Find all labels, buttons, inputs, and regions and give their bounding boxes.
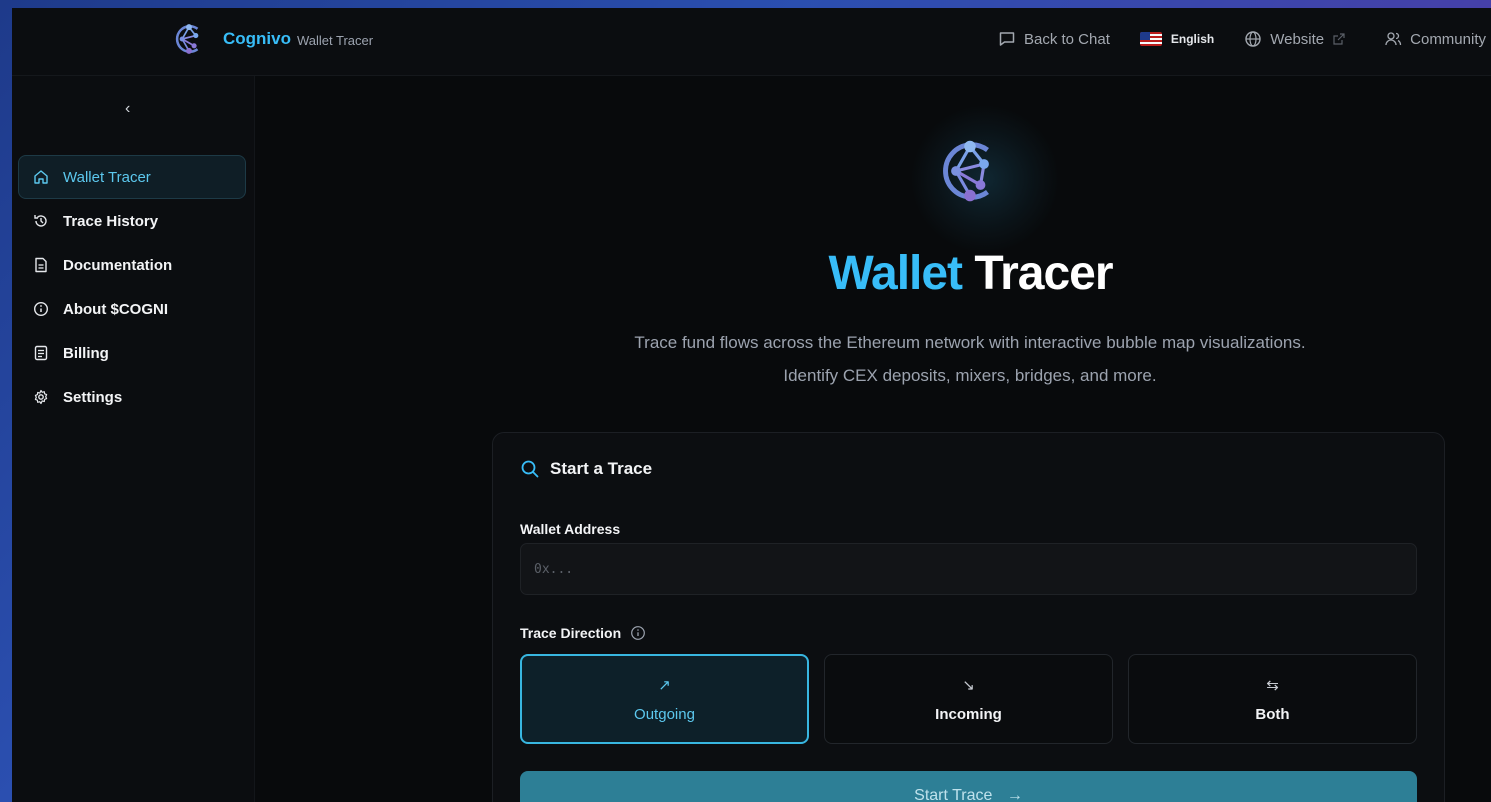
direction-option-label: Incoming <box>935 705 1002 723</box>
cognivo-logo-icon <box>175 24 199 54</box>
sidebar-item-settings[interactable]: Settings <box>18 375 246 419</box>
trace-form-card: Start a Trace Wallet Address Trace Direc… <box>492 432 1445 802</box>
direction-option-incoming[interactable]: ↘ Incoming <box>824 654 1113 744</box>
top-nav: Back to Chat English Website Community <box>968 30 1486 48</box>
arrow-down-right-icon: ↘ <box>962 676 975 694</box>
start-trace-label: Start Trace <box>914 787 993 802</box>
search-icon <box>521 460 539 478</box>
sidebar-item-label: Trace History <box>63 212 159 230</box>
language-selector[interactable]: English <box>1139 32 1215 46</box>
sidebar-item-label: Documentation <box>63 256 173 274</box>
page-description: Trace fund flows across the Ethereum net… <box>634 333 1306 385</box>
sidebar-item-label: Settings <box>63 388 123 406</box>
trace-form-title-text: Start a Trace <box>550 459 653 478</box>
info-icon <box>33 301 49 317</box>
chat-icon <box>999 32 1015 46</box>
brand-subtitle: Wallet Tracer <box>297 32 374 48</box>
cognivo-logo-icon <box>943 140 989 202</box>
sidebar-item-documentation[interactable]: Documentation <box>18 243 246 287</box>
trace-direction-label-text: Trace Direction <box>520 625 622 641</box>
arrow-up-right-icon: ↗ <box>658 676 671 694</box>
direction-option-both[interactable]: ⇆ Both <box>1128 654 1417 744</box>
community-label: Community <box>1410 30 1486 48</box>
brand[interactable]: Cognivo Wallet Tracer <box>172 22 373 56</box>
external-link-icon <box>1333 33 1345 45</box>
start-trace-button[interactable]: Start Trace → <box>520 771 1417 802</box>
direction-option-outgoing[interactable]: ↗ Outgoing <box>520 654 809 744</box>
wallet-address-label: Wallet Address <box>520 521 621 537</box>
page-title: Wallet Tracer <box>255 246 1491 301</box>
back-to-chat-link[interactable]: Back to Chat <box>998 30 1110 48</box>
users-icon <box>1385 32 1402 46</box>
gear-icon <box>34 389 48 405</box>
brand-name: Cognivo <box>223 29 291 48</box>
website-link[interactable]: Website <box>1244 30 1354 48</box>
direction-option-label: Outgoing <box>634 705 695 723</box>
back-to-chat-label: Back to Chat <box>1023 30 1110 48</box>
page-title-rest: Tracer <box>974 247 1113 300</box>
top-bar: Cognivo Wallet Tracer Back to Chat Engli… <box>12 8 1491 76</box>
us-flag-icon <box>1139 32 1162 46</box>
sidebar-menu: Wallet Tracer Trace History Documentatio… <box>18 155 246 419</box>
receipt-icon <box>34 345 48 361</box>
sidebar: ‹ Wallet Tracer Trace History Documentat… <box>12 76 255 802</box>
main-content: Wallet Tracer Trace fund flows across th… <box>255 76 1491 802</box>
document-icon <box>35 257 47 273</box>
collapse-sidebar-button[interactable]: ‹ <box>125 100 130 118</box>
globe-icon <box>1245 31 1261 47</box>
sidebar-item-wallet-tracer[interactable]: Wallet Tracer <box>18 155 246 199</box>
page-title-accent: Wallet <box>828 247 963 300</box>
wallet-address-input[interactable] <box>520 543 1417 595</box>
sidebar-item-about[interactable]: About $COGNI <box>18 287 246 331</box>
website-label: Website <box>1270 30 1325 48</box>
info-icon[interactable] <box>630 625 646 641</box>
app-window: Cognivo Wallet Tracer Back to Chat Engli… <box>12 8 1491 802</box>
sidebar-item-billing[interactable]: Billing <box>18 331 246 375</box>
community-link[interactable]: Community <box>1384 30 1486 48</box>
swap-arrows-icon: ⇆ <box>1266 676 1279 694</box>
trace-form-title: Start a Trace <box>520 459 652 479</box>
direction-option-label: Both <box>1255 705 1290 723</box>
sidebar-item-label: Wallet Tracer <box>63 168 151 186</box>
home-icon <box>34 170 48 184</box>
sidebar-item-label: Billing <box>63 344 109 362</box>
sidebar-item-trace-history[interactable]: Trace History <box>18 199 246 243</box>
history-icon <box>34 215 47 227</box>
arrow-right-icon: → <box>1006 787 1023 802</box>
trace-direction-label: Trace Direction <box>520 625 646 641</box>
sidebar-item-label: About $COGNI <box>63 300 168 318</box>
language-label: English <box>1170 32 1215 46</box>
